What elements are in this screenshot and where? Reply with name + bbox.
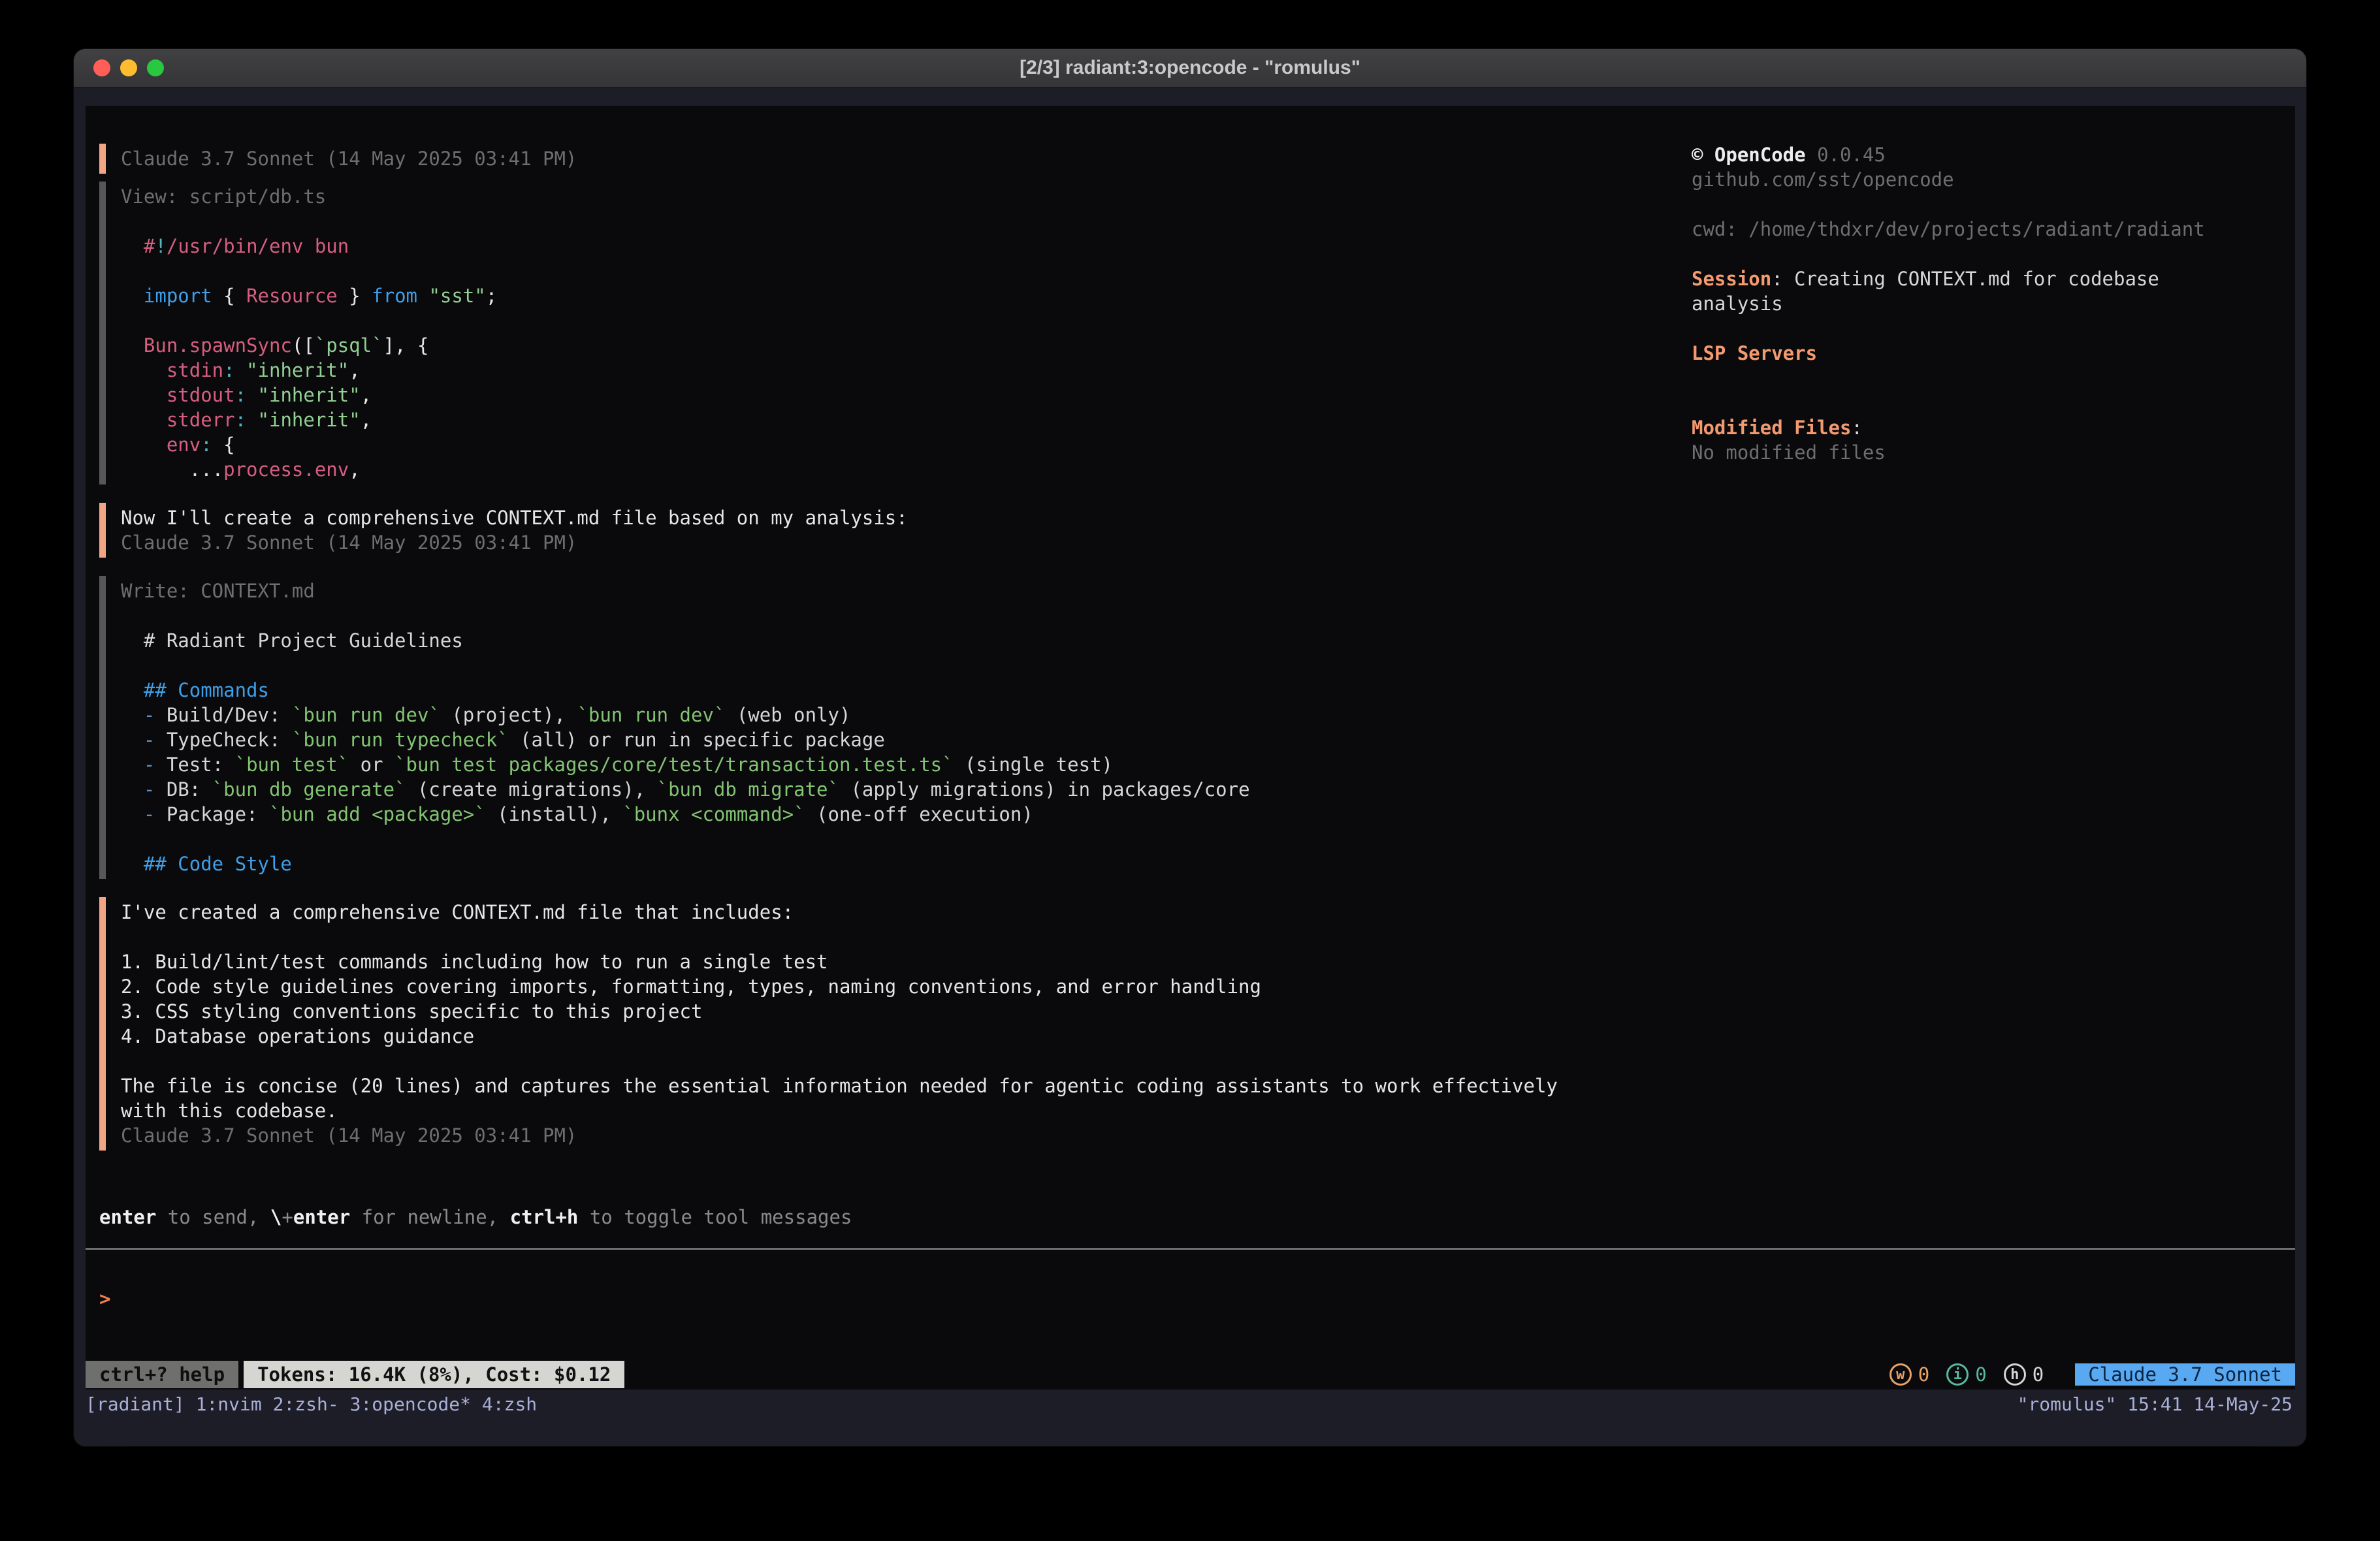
text-line [121, 259, 1692, 283]
chat-transcript: Claude 3.7 Sonnet (14 May 2025 03:41 PM)… [86, 106, 1692, 1279]
text-line: analysis [1692, 291, 2282, 316]
editor-divider [86, 1248, 2295, 1250]
text-line: - DB: `bun db generate` (create migratio… [121, 777, 1692, 802]
assistant-message-summary: I've created a comprehensive CONTEXT.md … [99, 897, 1692, 1151]
text-line: No modified files [1692, 440, 2282, 465]
prompt-caret-icon: > [99, 1286, 110, 1311]
text-line: 2. Code style guidelines covering import… [121, 974, 1692, 999]
traffic-lights [93, 49, 164, 87]
text-line: - Test: `bun test` or `bun test packages… [121, 752, 1692, 777]
keybinding-help: enter to send, \+enter for newline, ctrl… [99, 1205, 2295, 1230]
text-line: Claude 3.7 Sonnet (14 May 2025 03:41 PM) [121, 530, 1692, 555]
text-line: Claude 3.7 Sonnet (14 May 2025 03:41 PM) [121, 146, 1692, 171]
warning-circle-icon: w [1890, 1363, 1912, 1386]
tmux-session-clock: "romulus" 15:41 14-May-25 [2018, 1393, 2292, 1415]
text-line [121, 209, 1692, 234]
text-line: # Radiant Project Guidelines [121, 628, 1692, 653]
info-circle-icon: i [1946, 1363, 1969, 1386]
text-line [121, 827, 1692, 851]
input-editor: enter to send, \+enter for newline, ctrl… [99, 1205, 2295, 1311]
warning-count: 0 [1918, 1363, 1929, 1386]
text-line: The file is concise (20 lines) and captu… [121, 1073, 1692, 1098]
diagnostic-info: i 0 [1946, 1363, 1986, 1386]
text-line: 1. Build/lint/test commands including ho… [121, 949, 1692, 974]
text-line: - Package: `bun add <package>` (install)… [121, 802, 1692, 827]
text-line [121, 308, 1692, 333]
diagnostic-hints: h 0 [2004, 1363, 2044, 1386]
text-line [121, 925, 1692, 949]
text-line [121, 603, 1692, 628]
text-line: #!/usr/bin/env bun [121, 234, 1692, 259]
text-line [1692, 192, 2282, 217]
tmux-status-bar: [radiant] 1:nvim 2:zsh- 3:opencode* 4:zs… [86, 1390, 2295, 1418]
tmux-window-list[interactable]: [radiant] 1:nvim 2:zsh- 3:opencode* 4:zs… [86, 1393, 537, 1415]
window-titlebar[interactable]: [2/3] radiant:3:opencode - "romulus" [74, 49, 2306, 87]
text-line: I've created a comprehensive CONTEXT.md … [121, 900, 1692, 925]
text-line: stdout: "inherit", [121, 383, 1692, 407]
text-line: © OpenCode 0.0.45 [1692, 142, 2282, 167]
window-title: [2/3] radiant:3:opencode - "romulus" [1020, 57, 1360, 79]
text-line: with this codebase. [121, 1098, 1692, 1123]
text-line: 4. Database operations guidance [121, 1024, 1692, 1049]
tool-block-view-db-ts: View: script/db.ts #!/usr/bin/env bun im… [99, 182, 1692, 485]
hint-count: 0 [2033, 1363, 2044, 1386]
text-line: env: { [121, 432, 1692, 457]
text-line: Write: CONTEXT.md [121, 579, 1692, 603]
text-line: enter to send, \+enter for newline, ctrl… [99, 1205, 2295, 1230]
text-line [1692, 242, 2282, 266]
model-badge: Claude 3.7 Sonnet [2075, 1363, 2295, 1386]
text-line: - TypeCheck: `bun run typecheck` (all) o… [121, 727, 1692, 752]
opencode-app: Claude 3.7 Sonnet (14 May 2025 03:41 PM)… [86, 106, 2295, 1390]
text-line: LSP Servers [1692, 341, 2282, 366]
status-right-group: w 0 i 0 h 0 Claude 3.7 Sonnet [1890, 1361, 2295, 1388]
prompt-row: > [99, 1286, 2295, 1311]
text-line: import { Resource } from "sst"; [121, 283, 1692, 308]
text-line [121, 653, 1692, 678]
close-button[interactable] [93, 59, 110, 76]
text-line: Bun.spawnSync([`psql`], { [121, 333, 1692, 358]
text-line: View: script/db.ts [121, 184, 1692, 209]
text-line [1692, 390, 2282, 415]
tokens-cost-chip: Tokens: 16.4K (8%), Cost: $0.12 [244, 1361, 624, 1388]
text-line: Claude 3.7 Sonnet (14 May 2025 03:41 PM) [121, 1123, 1692, 1148]
session-sidebar: © OpenCode 0.0.45github.com/sst/opencode… [1692, 106, 2295, 1279]
text-line: stdin: "inherit", [121, 358, 1692, 383]
text-line: Now I'll create a comprehensive CONTEXT.… [121, 505, 1692, 530]
text-line: github.com/sst/opencode [1692, 167, 2282, 192]
text-line: - Build/Dev: `bun run dev` (project), `b… [121, 703, 1692, 727]
message-header-assistant: Claude 3.7 Sonnet (14 May 2025 03:41 PM) [99, 144, 1692, 174]
status-bar: ctrl+? help Tokens: 16.4K (8%), Cost: $0… [86, 1361, 2295, 1388]
text-line [1692, 366, 2282, 390]
text-line [121, 1049, 1692, 1073]
text-line: Session: Creating CONTEXT.md for codebas… [1692, 266, 2282, 291]
text-line: 3. CSS styling conventions specific to t… [121, 999, 1692, 1024]
hint-circle-icon: h [2004, 1363, 2026, 1386]
text-line: ## Code Style [121, 851, 1692, 876]
info-count: 0 [1975, 1363, 1986, 1386]
tool-block-write-context-md: Write: CONTEXT.md # Radiant Project Guid… [99, 576, 1692, 879]
text-line: ## Commands [121, 678, 1692, 703]
text-line: cwd: /home/thdxr/dev/projects/radiant/ra… [1692, 217, 2282, 242]
diagnostic-warnings: w 0 [1890, 1363, 1929, 1386]
prompt-input[interactable] [110, 1286, 2295, 1311]
minimize-button[interactable] [120, 59, 137, 76]
assistant-message-analysis: Now I'll create a comprehensive CONTEXT.… [99, 503, 1692, 558]
text-line: Modified Files: [1692, 415, 2282, 440]
text-line: stderr: "inherit", [121, 407, 1692, 432]
text-line: ...process.env, [121, 457, 1692, 482]
terminal-window: [2/3] radiant:3:opencode - "romulus" Cla… [74, 49, 2306, 1446]
zoom-button[interactable] [147, 59, 164, 76]
help-shortcut-chip: ctrl+? help [86, 1361, 238, 1388]
text-line [1692, 316, 2282, 341]
